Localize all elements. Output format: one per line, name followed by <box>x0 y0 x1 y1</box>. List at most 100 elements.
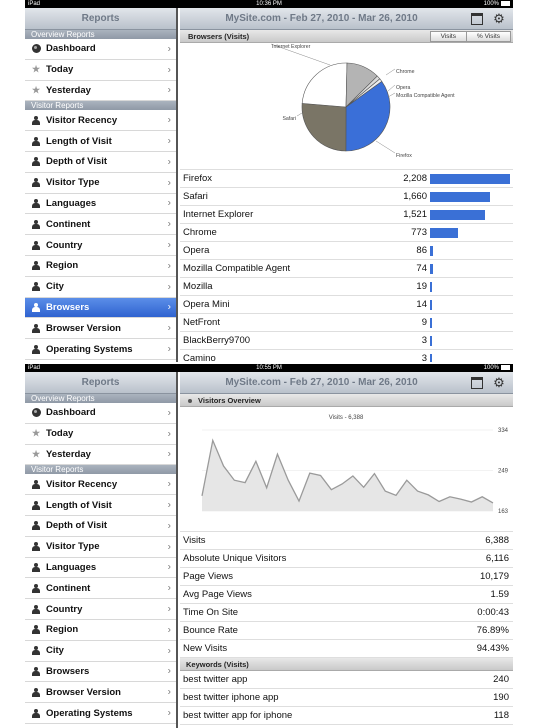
sidebar-item-today[interactable]: ★ Today › <box>25 424 176 445</box>
metric-row-avg-page-views[interactable]: Avg Page Views 1.59 <box>180 586 513 604</box>
battery-percent: 100% <box>483 1 499 7</box>
gear-icon[interactable]: ⚙ <box>493 12 505 25</box>
sidebar-item-today[interactable]: ★ Today › <box>25 60 176 81</box>
sidebar-item-visitor-type[interactable]: Visitor Type › <box>25 173 176 194</box>
browser-name: NetFront <box>183 317 220 328</box>
sidebar-item-visitor-type[interactable]: Visitor Type › <box>25 537 176 558</box>
sidebar-item-languages[interactable]: Languages › <box>25 558 176 579</box>
sidebar-item-continent[interactable]: Continent › <box>25 578 176 600</box>
person-shape <box>32 198 40 208</box>
keyword-value: 240 <box>493 674 509 685</box>
sidebar-item-visitor-recency[interactable]: Visitor Recency › <box>25 474 176 496</box>
table-row[interactable]: Chrome 773 <box>180 224 513 242</box>
browser-name: Internet Explorer <box>183 209 254 220</box>
visits-toggle-button[interactable]: Visits <box>429 31 467 42</box>
table-row[interactable]: BlackBerry9700 3 <box>180 332 513 350</box>
person-shape <box>32 479 40 489</box>
pie-slice-internet-explorer[interactable] <box>301 62 348 108</box>
metric-row-bounce-rate[interactable]: Bounce Rate 76.89% <box>180 622 513 640</box>
gear-icon[interactable]: ⚙ <box>493 376 505 389</box>
sidebar-item-browser-version[interactable]: Browser Version › <box>25 682 176 704</box>
sidebar-item-visitor-recency[interactable]: Visitor Recency › <box>25 110 176 132</box>
visitor-reports-header: Visitor Reports <box>25 465 176 475</box>
sidebar-item-label: Visitor Recency <box>46 114 118 126</box>
sidebar-item-label: Today <box>46 64 74 76</box>
table-row[interactable]: Opera Mini 14 <box>180 296 513 314</box>
table-row[interactable]: Mozilla Compatible Agent 74 <box>180 260 513 278</box>
table-row[interactable]: Firefox 2,208 <box>180 170 513 188</box>
battery-icon <box>501 0 510 6</box>
visitors-overview-header: Visitors Overview <box>180 394 513 407</box>
sidebar-item-label: Yesterday <box>46 84 91 96</box>
browser-visits-value: 1,521 <box>403 209 427 220</box>
table-row[interactable]: Internet Explorer 1,521 <box>180 206 513 224</box>
visitor-list: Visitor Recency › Length of Visit › Depth of… <box>25 474 176 724</box>
person-icon <box>31 261 41 271</box>
sidebar-item-label: Region <box>46 624 79 636</box>
table-row[interactable]: Camino 3 <box>180 350 513 362</box>
browser-visits-bar <box>430 246 434 256</box>
browser-visits-value: 773 <box>411 227 427 238</box>
sidebar-item-operating-systems[interactable]: Operating Systems › <box>25 703 176 724</box>
sidebar-item-languages[interactable]: Languages › <box>25 194 176 215</box>
sidebar-item-country[interactable]: Country › <box>25 599 176 620</box>
browser-visits-bar <box>430 210 486 220</box>
sidebar-item-depth-of-visit[interactable]: Depth of Visit › <box>25 516 176 537</box>
chevron-right-icon: › <box>167 407 171 419</box>
metric-row-visits[interactable]: Visits 6,388 <box>180 532 513 550</box>
person-shape <box>32 646 40 656</box>
browser-name: Safari <box>183 191 208 202</box>
sidebar-item-dashboard[interactable]: Dashboard › <box>25 39 176 60</box>
keyword-row[interactable]: best twitter app 240 <box>180 671 513 689</box>
section-bullet-icon <box>188 399 192 404</box>
keyword-label: best twitter app <box>183 674 248 685</box>
visits-area <box>202 440 493 511</box>
metric-row-page-views[interactable]: Page Views 10,179 <box>180 568 513 586</box>
person-icon <box>31 562 41 572</box>
sidebar-item-country[interactable]: Country › <box>25 235 176 256</box>
pie-chart-svg: Internet Explorer Chrome Opera Mozilla Comp… <box>270 43 455 159</box>
sidebar-item-city[interactable]: City › <box>25 277 176 298</box>
sidebar-item-depth-of-visit[interactable]: Depth of Visit › <box>25 152 176 173</box>
sidebar-item-operating-systems[interactable]: Operating Systems › <box>25 339 176 360</box>
sidebar-item-length-of-visit[interactable]: Length of Visit › <box>25 131 176 152</box>
sidebar-item-yesterday[interactable]: ★ Yesterday › <box>25 445 176 466</box>
sidebar-item-label: Operating Systems <box>46 343 133 355</box>
pie-slice-safari[interactable] <box>301 103 347 152</box>
keyword-row[interactable]: best twitter app for iphone 118 <box>180 707 513 725</box>
sidebar-item-browsers[interactable]: Browsers › <box>25 297 176 319</box>
sidebar-item-city[interactable]: City › <box>25 641 176 662</box>
metric-row-time-on-site[interactable]: Time On Site 0:00:43 <box>180 604 513 622</box>
browser-visits-bar <box>430 174 510 184</box>
clock: 10:36 PM <box>256 1 282 7</box>
battery-icon <box>501 364 510 370</box>
sidebar-item-label: Today <box>46 428 74 440</box>
sidebar-item-region[interactable]: Region › <box>25 256 176 277</box>
sidebar-item-browser-version[interactable]: Browser Version › <box>25 318 176 340</box>
metric-row-absolute-unique-visitors[interactable]: Absolute Unique Visitors 6,116 <box>180 550 513 568</box>
sidebar-item-label: Dashboard <box>46 407 96 419</box>
metric-row-new-visits[interactable]: New Visits 94.43% <box>180 640 513 658</box>
sidebar-item-dashboard[interactable]: Dashboard › <box>25 403 176 424</box>
table-row[interactable]: Safari 1,660 <box>180 188 513 206</box>
pie-leader-line <box>387 84 396 92</box>
keyword-row[interactable]: best twitter iphone app 190 <box>180 689 513 707</box>
sidebar-item-yesterday[interactable]: ★ Yesterday › <box>25 81 176 102</box>
sidebar-item-label: Country <box>46 603 83 615</box>
percent-visits-toggle-button[interactable]: % Visits <box>467 31 511 42</box>
sidebar-item-region[interactable]: Region › <box>25 620 176 641</box>
main-header: MySite.com - Feb 27, 2010 - Mar 26, 2010… <box>180 8 513 30</box>
status-bar: iPad 10:55 PM 100% <box>25 364 513 372</box>
table-row[interactable]: NetFront 9 <box>180 314 513 332</box>
sidebar-item-label: Length of Visit <box>46 135 112 147</box>
sidebar-item-browsers[interactable]: Browsers › <box>25 662 176 683</box>
person-icon <box>31 115 41 125</box>
sidebar-item-length-of-visit[interactable]: Length of Visit › <box>25 495 176 516</box>
ipad-screen-overview: iPad 10:55 PM 100% Reports Overview Repo… <box>25 364 513 728</box>
sidebar-item-label: Depth of Visit <box>46 156 108 168</box>
calendar-icon[interactable] <box>471 377 483 389</box>
table-row[interactable]: Mozilla 19 <box>180 278 513 296</box>
sidebar-item-continent[interactable]: Continent › <box>25 214 176 236</box>
calendar-icon[interactable] <box>471 13 483 25</box>
table-row[interactable]: Opera 86 <box>180 242 513 260</box>
